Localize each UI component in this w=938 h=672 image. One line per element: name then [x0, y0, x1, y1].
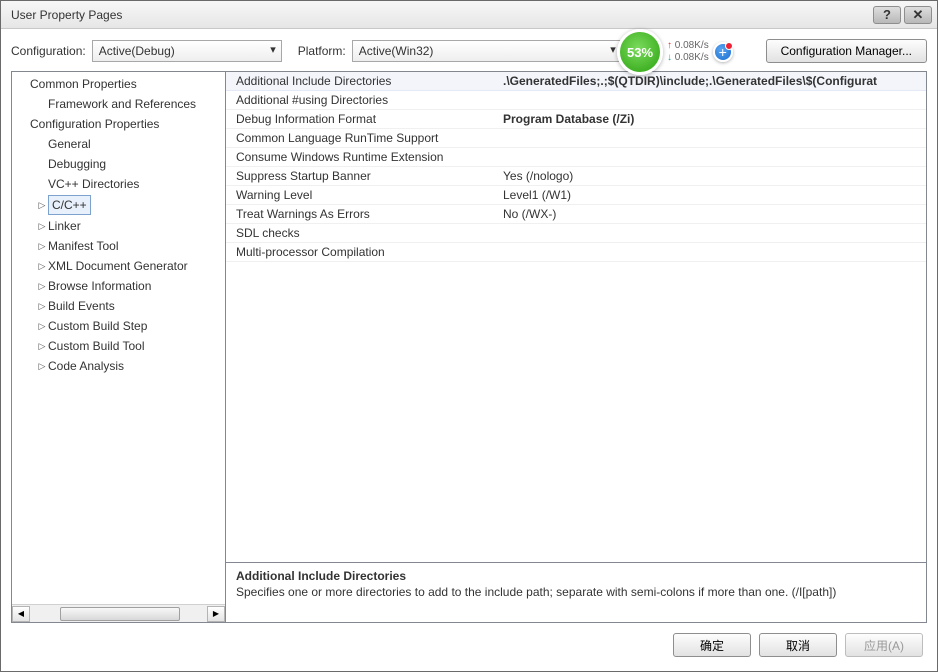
description-panel: Additional Include Directories Specifies…: [226, 562, 926, 622]
property-name: Common Language RunTime Support: [226, 131, 501, 145]
main-panel: Common Properties Framework and Referenc…: [11, 71, 927, 623]
property-grid[interactable]: Additional Include Directories.\Generate…: [226, 72, 926, 562]
chevron-right-icon: ▷: [36, 337, 48, 355]
chevron-right-icon: ▷: [36, 317, 48, 335]
tree-vcpp-dirs[interactable]: VC++ Directories: [12, 174, 225, 194]
property-value[interactable]: Yes (/nologo): [501, 169, 926, 183]
apply-button[interactable]: 应用(A): [845, 633, 923, 657]
tree-hscrollbar[interactable]: ◀ ▶: [12, 604, 225, 622]
help-button[interactable]: ?: [873, 6, 901, 24]
tree-framework-refs[interactable]: Framework and References: [12, 94, 225, 114]
chevron-right-icon: ▷: [36, 277, 48, 295]
tree-manifest-tool[interactable]: ▷Manifest Tool: [12, 236, 225, 256]
property-name: Suppress Startup Banner: [226, 169, 501, 183]
property-row[interactable]: Suppress Startup BannerYes (/nologo): [226, 167, 926, 186]
description-text: Specifies one or more directories to add…: [236, 585, 916, 599]
content-panel: Additional Include Directories.\Generate…: [226, 72, 926, 622]
configuration-value: Active(Debug): [99, 44, 175, 58]
property-pages-window: User Property Pages ? ✕ 53% 0.08K/s 0.08…: [0, 0, 938, 672]
nav-tree-body: Common Properties Framework and Referenc…: [12, 72, 225, 604]
property-name: Additional Include Directories: [226, 74, 501, 88]
configuration-manager-button[interactable]: Configuration Manager...: [766, 39, 927, 63]
property-value[interactable]: Level1 (/W1): [501, 188, 926, 202]
scroll-left-button[interactable]: ◀: [12, 606, 30, 622]
configuration-label: Configuration:: [11, 44, 86, 58]
tree-build-events[interactable]: ▷Build Events: [12, 296, 225, 316]
scroll-track[interactable]: [30, 606, 207, 622]
titlebar[interactable]: User Property Pages ? ✕: [1, 1, 937, 29]
window-title: User Property Pages: [11, 8, 873, 22]
property-row[interactable]: Debug Information FormatProgram Database…: [226, 110, 926, 129]
tree-browse-info[interactable]: ▷Browse Information: [12, 276, 225, 296]
property-row[interactable]: Warning LevelLevel1 (/W1): [226, 186, 926, 205]
chevron-right-icon: ▷: [36, 357, 48, 375]
property-row[interactable]: Treat Warnings As ErrorsNo (/WX-): [226, 205, 926, 224]
nav-tree[interactable]: Common Properties Framework and Referenc…: [12, 72, 226, 622]
property-row[interactable]: Multi-processor Compilation: [226, 243, 926, 262]
property-row[interactable]: Additional #using Directories: [226, 91, 926, 110]
property-value[interactable]: .\GeneratedFiles;.;$(QTDIR)\include;.\Ge…: [501, 74, 926, 88]
platform-dropdown[interactable]: Active(Win32): [352, 40, 622, 62]
property-name: Additional #using Directories: [226, 93, 501, 107]
scroll-right-button[interactable]: ▶: [207, 606, 225, 622]
property-name: Warning Level: [226, 188, 501, 202]
property-name: Debug Information Format: [226, 112, 501, 126]
tree-config-properties[interactable]: Configuration Properties: [12, 114, 225, 134]
tree-custom-build-step[interactable]: ▷Custom Build Step: [12, 316, 225, 336]
configuration-dropdown[interactable]: Active(Debug): [92, 40, 282, 62]
platform-label: Platform:: [298, 44, 346, 58]
tree-general[interactable]: General: [12, 134, 225, 154]
tree-ccpp[interactable]: ▷C/C++: [12, 194, 225, 216]
platform-value: Active(Win32): [359, 44, 434, 58]
property-row[interactable]: Common Language RunTime Support: [226, 129, 926, 148]
cancel-button[interactable]: 取消: [759, 633, 837, 657]
scroll-thumb[interactable]: [60, 607, 180, 621]
property-row[interactable]: Additional Include Directories.\Generate…: [226, 72, 926, 91]
close-button[interactable]: ✕: [904, 6, 932, 24]
property-row[interactable]: SDL checks: [226, 224, 926, 243]
property-value[interactable]: No (/WX-): [501, 207, 926, 221]
tree-linker[interactable]: ▷Linker: [12, 216, 225, 236]
dialog-body: 53% 0.08K/s 0.08K/s + Configuration: Act…: [1, 29, 937, 671]
tree-custom-build-tool[interactable]: ▷Custom Build Tool: [12, 336, 225, 356]
chevron-right-icon: ▷: [36, 196, 48, 214]
chevron-right-icon: ▷: [36, 217, 48, 235]
property-name: SDL checks: [226, 226, 501, 240]
property-row[interactable]: Consume Windows Runtime Extension: [226, 148, 926, 167]
chevron-right-icon: ▷: [36, 257, 48, 275]
chevron-right-icon: ▷: [36, 237, 48, 255]
tree-xml-doc-gen[interactable]: ▷XML Document Generator: [12, 256, 225, 276]
dialog-footer: 确定 取消 应用(A): [11, 623, 927, 661]
configuration-row: Configuration: Active(Debug) Platform: A…: [11, 39, 927, 63]
description-header: Additional Include Directories: [236, 569, 916, 583]
property-name: Treat Warnings As Errors: [226, 207, 501, 221]
chevron-right-icon: ▷: [36, 297, 48, 315]
property-value[interactable]: Program Database (/Zi): [501, 112, 926, 126]
property-name: Multi-processor Compilation: [226, 245, 501, 259]
ok-button[interactable]: 确定: [673, 633, 751, 657]
tree-code-analysis[interactable]: ▷Code Analysis: [12, 356, 225, 376]
tree-common-properties[interactable]: Common Properties: [12, 74, 225, 94]
tree-debugging[interactable]: Debugging: [12, 154, 225, 174]
property-name: Consume Windows Runtime Extension: [226, 150, 501, 164]
